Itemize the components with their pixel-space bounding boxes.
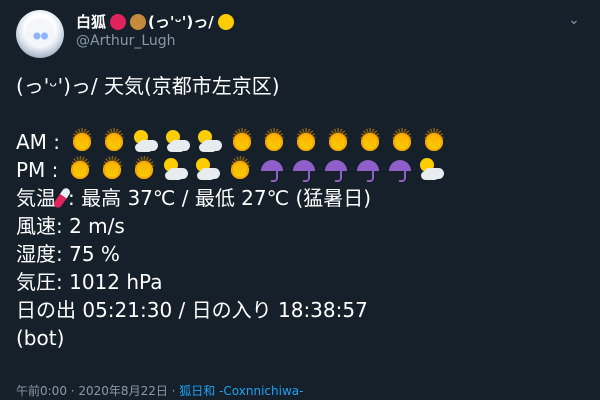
umbrella-icon — [386, 156, 414, 184]
wind-line: 風速: 2 m/s — [16, 214, 125, 238]
strawberry-icon — [110, 13, 127, 30]
humidity-line: 湿度: 75 % — [16, 242, 120, 266]
avatar[interactable] — [16, 10, 64, 58]
pm-weather-icons — [66, 153, 446, 184]
cloud-icon — [418, 156, 446, 184]
pancake-icon — [130, 13, 147, 30]
intro-line: (っ'ᵕ')っ/ 天気(京都市左京区) — [16, 74, 280, 98]
sun-icon — [388, 125, 416, 156]
tweet-footer: 午前0:00 · 2020年8月22日 · 狐日和 -Coxnnichiwa- — [16, 382, 303, 399]
pressure-line: 気圧: 1012 hPa — [16, 270, 163, 294]
cloud-icon — [164, 128, 192, 156]
am-weather-icons — [68, 125, 448, 156]
chevron-down-icon[interactable]: ⌄ — [564, 10, 584, 30]
sun-icon — [217, 13, 234, 30]
sun-icon — [66, 153, 94, 184]
sun-icon — [98, 153, 126, 184]
display-name[interactable]: 白狐 — [76, 11, 106, 32]
temperature-label: 気温 — [16, 186, 56, 210]
umbrella-icon — [322, 156, 350, 184]
pm-label: PM : — [16, 158, 59, 182]
umbrella-icon — [290, 156, 318, 184]
tweet-text: (っ'ᵕ')っ/ 天気(京都市左京区) AM : PM : 気温 : 最高 37… — [16, 72, 586, 352]
source-app-link[interactable]: 狐日和 -Coxnnichiwa- — [179, 384, 303, 398]
sun-icon — [130, 153, 158, 184]
cloud-icon — [162, 156, 190, 184]
umbrella-icon — [258, 156, 286, 184]
sunrise-sunset-line: 日の出 05:21:30 / 日の入り 18:38:57 — [16, 298, 368, 322]
sun-icon — [324, 125, 352, 156]
display-name-row[interactable]: 白狐 (っ'ᵕ')っ/ — [76, 11, 234, 32]
tweet: 白狐 (っ'ᵕ')っ/ @Arthur_Lugh ⌄ (っ'ᵕ')っ/ 天気(京… — [0, 0, 600, 400]
am-label: AM : — [16, 130, 61, 154]
umbrella-icon — [354, 156, 382, 184]
cloud-icon — [196, 128, 224, 156]
bot-line: (bot) — [16, 326, 65, 350]
pm-line: PM : — [16, 153, 586, 184]
sun-icon — [292, 125, 320, 156]
cloud-icon — [194, 156, 222, 184]
timestamp[interactable]: 午前0:00 · 2020年8月22日 · — [16, 384, 179, 398]
user-handle[interactable]: @Arthur_Lugh — [76, 33, 176, 49]
sun-icon — [260, 125, 288, 156]
sun-icon — [420, 125, 448, 156]
temperature-value: : 最高 37℃ / 最低 27℃ (猛暑日) — [68, 186, 372, 210]
temperature-line: 気温 : 最高 37℃ / 最低 27℃ (猛暑日) — [16, 184, 586, 212]
sun-icon — [356, 125, 384, 156]
display-name-suffix: (っ'ᵕ')っ/ — [148, 13, 214, 31]
sun-icon — [226, 153, 254, 184]
